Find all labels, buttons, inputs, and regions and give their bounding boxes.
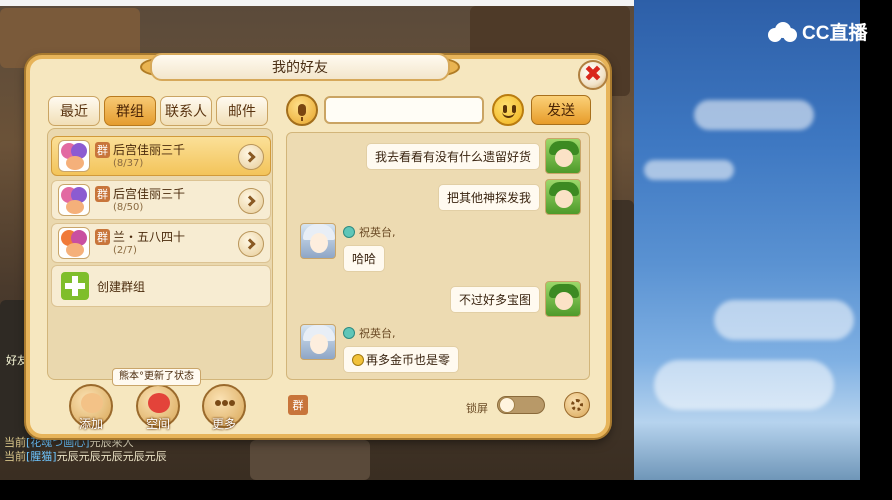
add-friend-button[interactable]: 添加 (69, 384, 113, 431)
add-friend-icon (81, 393, 103, 413)
lock-screen-label: 锁屏 (466, 402, 488, 415)
stream-logo-text: CC直播 (802, 22, 868, 44)
chat-input[interactable] (324, 96, 484, 124)
dialog-title-bar: 我的好友 (150, 53, 450, 81)
group-avatar-icon (58, 184, 90, 216)
friends-tabs: 最近 群组 联系人 邮件 (48, 96, 268, 126)
group-member-count: (8/37) (113, 158, 144, 169)
emoji-button[interactable] (492, 94, 524, 126)
self-avatar (545, 281, 581, 317)
create-group-label: 创建群组 (97, 279, 146, 294)
group-badge: 群 (95, 186, 110, 202)
status-update-tip: 熊本°更新了状态 (112, 368, 201, 386)
chevron-right-icon (243, 151, 256, 163)
game-chat-log: 当前[花魂つ画心]元辰来人 当前[腥猫]元辰元辰元辰元辰元辰 (4, 436, 244, 464)
group-badge: 群 (95, 142, 110, 158)
chat-bubble-self: 我去看看有没有什么遗留好货 (365, 143, 540, 170)
friend-avatar[interactable] (300, 223, 336, 259)
message-sender: 祝英台, (343, 224, 396, 240)
channel-badge[interactable]: 群 (288, 395, 308, 415)
letterbox-bottom (0, 480, 892, 500)
group-item[interactable]: 群 后宫佳丽三千 (8/37) (51, 136, 271, 176)
chevron-right-icon (243, 238, 256, 250)
smiley-icon (352, 354, 364, 366)
gear-icon (571, 399, 583, 411)
toggle-knob (499, 397, 515, 413)
hud-friends-label: 好友 (6, 354, 28, 367)
tab-groups[interactable]: 群组 (104, 96, 156, 126)
group-item[interactable]: 群 后宫佳丽三千 (8/50) (51, 180, 271, 220)
create-group-button[interactable]: 创建群组 (51, 265, 271, 307)
voice-button[interactable] (286, 94, 318, 126)
self-avatar (545, 179, 581, 215)
message-sender: 祝英台, (343, 325, 396, 341)
chat-bubble-self: 不过好多宝图 (449, 286, 540, 313)
close-icon: ✖ (583, 62, 603, 87)
send-button[interactable]: 发送 (531, 95, 591, 125)
stream-logo: CC直播 (766, 16, 884, 46)
game-chat-line: 当前[花魂つ画心]元辰来人 (4, 436, 134, 449)
cloud-logo-icon (766, 20, 798, 42)
close-button[interactable]: ✖ (578, 60, 608, 90)
space-button[interactable]: 空间 (136, 384, 180, 431)
lock-screen-toggle[interactable] (497, 396, 545, 414)
game-chat-line: 当前[腥猫]元辰元辰元辰元辰元辰 (4, 450, 167, 463)
online-status-icon (343, 226, 355, 238)
group-member-count: (2/7) (113, 245, 137, 256)
group-name: 后宫佳丽三千 (113, 187, 186, 201)
chat-bubble-other: 哈哈 (343, 245, 386, 272)
dialog-title: 我的好友 (272, 60, 328, 76)
group-badge: 群 (95, 229, 110, 245)
group-avatar-icon (58, 140, 90, 172)
scene-building (250, 440, 370, 480)
group-name: 兰・五八四十 (113, 230, 186, 244)
online-status-icon (343, 327, 355, 339)
group-open-button[interactable] (238, 188, 264, 214)
group-open-button[interactable] (238, 144, 264, 170)
group-avatar-icon (58, 227, 90, 259)
chat-bubble-other: 再多金币也是零 (343, 346, 460, 373)
space-avatar-icon (148, 393, 170, 413)
tab-recent[interactable]: 最近 (48, 96, 100, 126)
friend-avatar[interactable] (300, 324, 336, 360)
more-icon (214, 393, 236, 413)
chevron-right-icon (243, 195, 256, 207)
letterbox-right (860, 0, 892, 500)
group-name: 后宫佳丽三千 (113, 143, 186, 157)
sky-background (634, 0, 860, 480)
group-open-button[interactable] (238, 231, 264, 257)
tab-contacts[interactable]: 联系人 (160, 96, 212, 126)
more-button[interactable]: 更多 (202, 384, 246, 431)
chat-bubble-self: 把其他神探发我 (437, 184, 540, 211)
group-item[interactable]: 群 兰・五八四十 (2/7) (51, 223, 271, 263)
group-member-count: (8/50) (113, 202, 144, 213)
self-avatar (545, 138, 581, 174)
plus-icon (61, 272, 89, 300)
settings-button[interactable] (564, 392, 590, 418)
microphone-icon (298, 104, 306, 121)
tab-mail[interactable]: 邮件 (216, 96, 268, 126)
